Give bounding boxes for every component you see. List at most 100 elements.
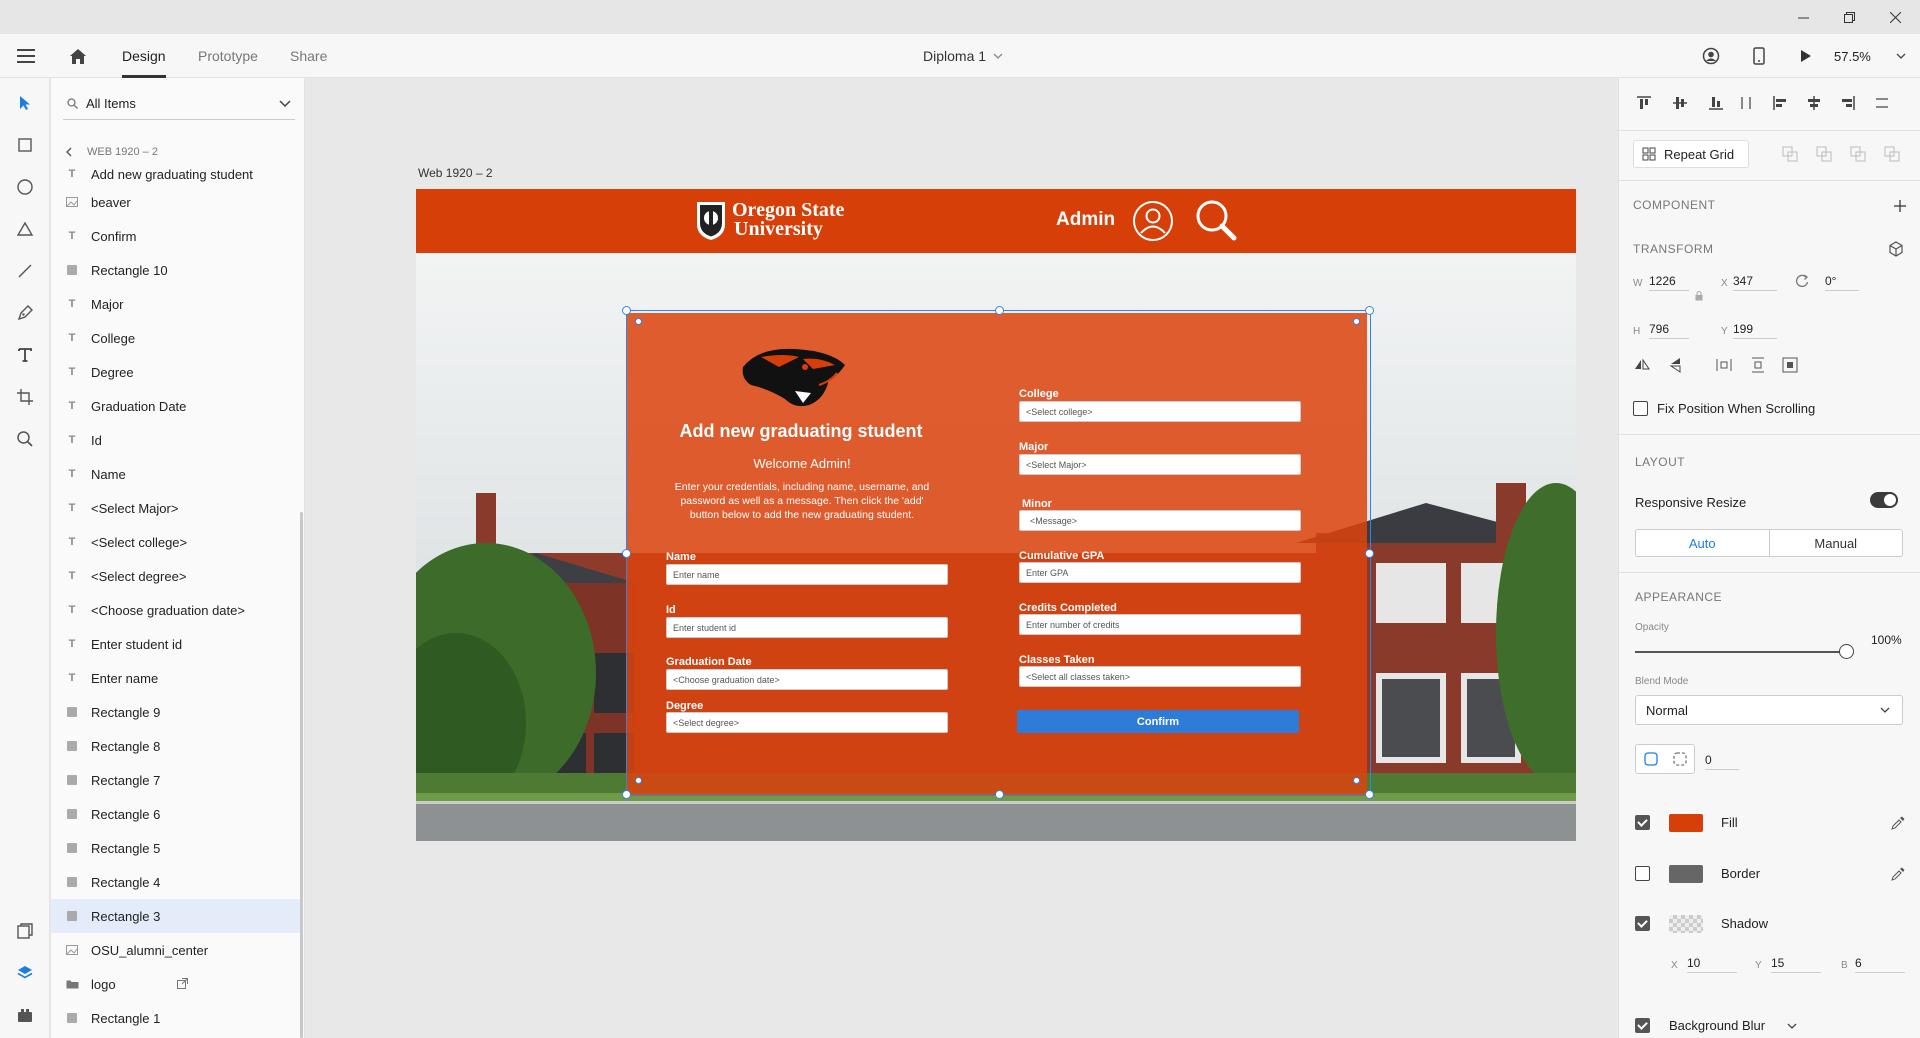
3d-transform-button[interactable]	[1885, 238, 1907, 260]
artboard[interactable]: Oregon State University Admin Add new gr…	[416, 189, 1576, 841]
border-checkbox[interactable]	[1635, 866, 1650, 881]
layer-item[interactable]: Rectangle 9	[51, 695, 300, 729]
border-eyedropper-button[interactable]	[1887, 863, 1909, 885]
layer-item[interactable]: T Enter name	[51, 661, 300, 695]
distribute-vertical-button[interactable]	[1735, 92, 1757, 114]
align-top-button[interactable]	[1633, 92, 1655, 114]
layer-item[interactable]: Rectangle 10	[51, 253, 300, 287]
fill-eyedropper-button[interactable]	[1887, 812, 1909, 834]
opacity-slider-thumb[interactable]	[1839, 644, 1854, 659]
classes-taken-select[interactable]: <Select all classes taken>	[1019, 666, 1301, 687]
gpa-input[interactable]: Enter GPA	[1019, 562, 1301, 583]
space-vertical-button[interactable]	[1747, 354, 1769, 376]
assets-panel-button[interactable]	[10, 916, 40, 946]
add-component-button[interactable]	[1889, 195, 1911, 217]
add-student-form[interactable]: Add new graduating student Welcome Admin…	[626, 313, 1367, 796]
document-title-dropdown[interactable]: Diploma 1	[923, 34, 1003, 78]
corner-radius-field[interactable]: 0	[1705, 750, 1739, 770]
height-field[interactable]: 796	[1649, 319, 1689, 339]
tab-share[interactable]: Share	[290, 34, 327, 78]
layer-item[interactable]: Rectangle 6	[51, 797, 300, 831]
minor-input[interactable]: <Message>	[1019, 510, 1301, 531]
external-link-icon[interactable]	[177, 977, 188, 992]
home-button[interactable]	[64, 34, 92, 78]
line-tool[interactable]	[10, 256, 40, 286]
rectangle-tool[interactable]	[10, 130, 40, 160]
boolean-intersect-button[interactable]	[1847, 143, 1869, 165]
boolean-exclude-button[interactable]	[1881, 143, 1903, 165]
close-button[interactable]	[1872, 0, 1918, 34]
student-id-input[interactable]: Enter student id	[666, 617, 948, 638]
ellipse-tool[interactable]	[10, 172, 40, 202]
layer-item[interactable]: Rectangle 5	[51, 831, 300, 865]
repeat-grid-button[interactable]: Repeat Grid	[1633, 140, 1749, 168]
layer-item[interactable]: T Major	[51, 287, 300, 321]
layer-item[interactable]: T <Select Major>	[51, 491, 300, 525]
restore-button[interactable]	[1826, 0, 1872, 34]
shadow-color-swatch[interactable]	[1669, 915, 1703, 933]
degree-select[interactable]: <Select degree>	[666, 712, 948, 733]
layer-item[interactable]: T <Choose graduation date>	[51, 593, 300, 627]
shadow-x-field[interactable]: 10	[1687, 953, 1737, 973]
fill-checkbox[interactable]	[1635, 815, 1650, 830]
layer-item[interactable]: Rectangle 7	[51, 763, 300, 797]
user-avatar-icon[interactable]	[1132, 200, 1174, 242]
space-horizontal-button[interactable]	[1713, 354, 1735, 376]
layer-item[interactable]: logo	[51, 967, 300, 1001]
polygon-tool[interactable]	[10, 214, 40, 244]
college-select[interactable]: <Select college>	[1019, 401, 1301, 422]
fit-content-button[interactable]	[1779, 354, 1801, 376]
responsive-resize-toggle[interactable]	[1870, 492, 1898, 508]
confirm-button[interactable]: Confirm	[1017, 710, 1299, 733]
search-icon[interactable]	[1194, 198, 1240, 244]
artboard-tool[interactable]	[10, 382, 40, 412]
artboard-label[interactable]: Web 1920 – 2	[418, 166, 493, 180]
align-center-button[interactable]	[1803, 92, 1825, 114]
layer-item[interactable]: T Enter student id	[51, 627, 300, 661]
osu-logo[interactable]: Oregon State University	[694, 198, 844, 242]
layer-item[interactable]: T Id	[51, 423, 300, 457]
background-blur-checkbox[interactable]	[1635, 1018, 1650, 1033]
distribute-horizontal-button[interactable]	[1871, 92, 1893, 114]
boolean-subtract-button[interactable]	[1813, 143, 1835, 165]
zoom-level[interactable]: 57.5%	[1834, 34, 1871, 78]
name-input[interactable]: Enter name	[666, 564, 948, 585]
credits-input[interactable]: Enter number of credits	[1019, 614, 1301, 635]
graduation-date-input[interactable]: <Choose graduation date>	[666, 669, 948, 690]
layers-panel-button[interactable]	[10, 958, 40, 988]
zoom-dropdown-button[interactable]	[1894, 34, 1908, 78]
opacity-slider-track[interactable]	[1635, 651, 1845, 653]
layer-item[interactable]: T College	[51, 321, 300, 355]
width-field[interactable]: 1226	[1649, 271, 1689, 291]
align-right-button[interactable]	[1837, 92, 1859, 114]
rotation-field[interactable]: 0°	[1825, 271, 1859, 291]
layer-item[interactable]: OSU_alumni_center	[51, 933, 300, 967]
select-tool[interactable]	[10, 88, 40, 118]
flip-vertical-button[interactable]	[1665, 354, 1687, 376]
fill-color-swatch[interactable]	[1669, 814, 1703, 832]
design-canvas[interactable]: Web 1920 – 2 Oregon State University Adm…	[306, 78, 1617, 1038]
shadow-checkbox[interactable]	[1635, 916, 1650, 931]
layer-item[interactable]: Rectangle 8	[51, 729, 300, 763]
minimize-button[interactable]	[1780, 0, 1826, 34]
fix-position-checkbox[interactable]	[1633, 401, 1648, 416]
layer-filter-dropdown[interactable]: All Items	[63, 88, 295, 120]
text-tool[interactable]	[10, 340, 40, 370]
opacity-value[interactable]: 100%	[1871, 633, 1902, 647]
layer-item[interactable]: Rectangle 3	[51, 899, 300, 933]
tab-prototype[interactable]: Prototype	[198, 34, 258, 78]
boolean-add-button[interactable]	[1779, 143, 1801, 165]
per-corner-button[interactable]	[1669, 748, 1691, 770]
layer-item[interactable]: T <Select college>	[51, 525, 300, 559]
flip-horizontal-button[interactable]	[1631, 354, 1653, 376]
chevron-down-icon[interactable]	[1787, 1023, 1797, 1029]
shadow-blur-field[interactable]: 6	[1855, 953, 1905, 973]
layer-item[interactable]: beaver	[51, 185, 300, 219]
x-field[interactable]: 347	[1733, 271, 1777, 291]
shadow-y-field[interactable]: 15	[1771, 953, 1821, 973]
tab-design[interactable]: Design	[122, 34, 166, 78]
layer-item[interactable]: T Name	[51, 457, 300, 491]
resize-auto-option[interactable]: Auto	[1636, 530, 1770, 556]
border-color-swatch[interactable]	[1669, 865, 1703, 883]
uniform-corner-button[interactable]	[1640, 748, 1662, 770]
